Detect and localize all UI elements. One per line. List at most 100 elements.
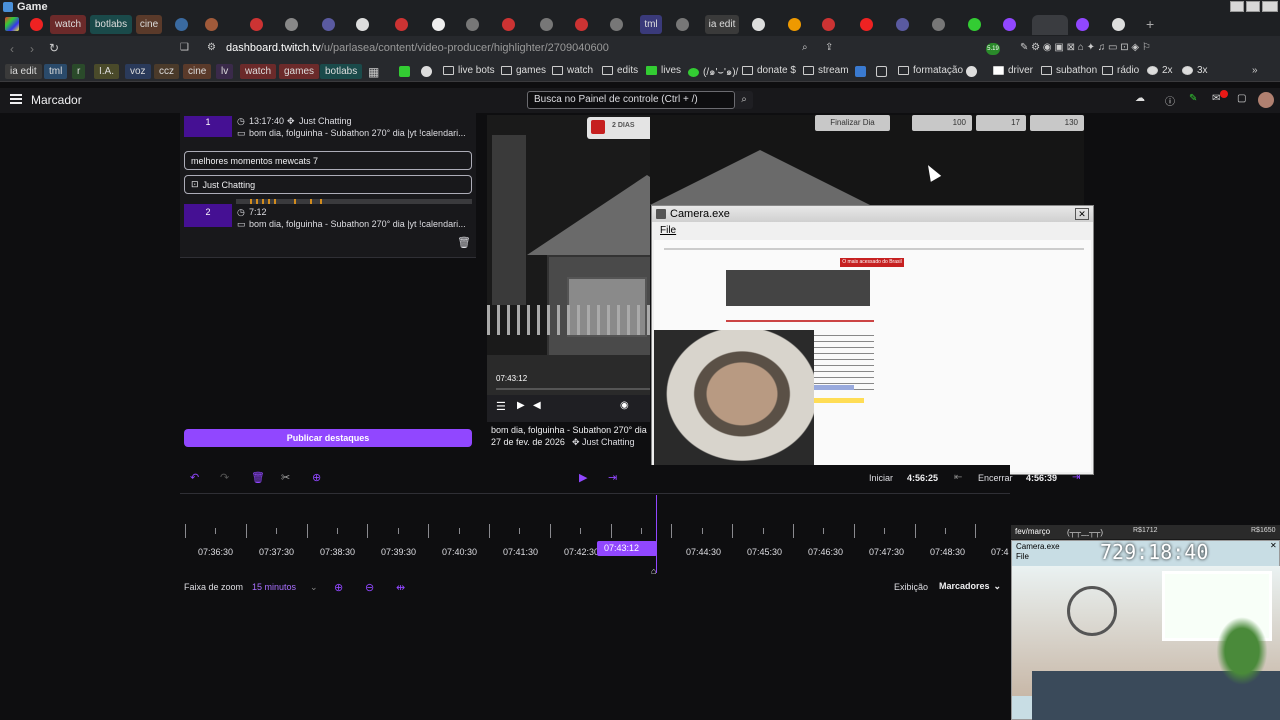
search-button[interactable]: ⌕ [735,91,753,109]
camera-menu-file[interactable]: File [660,225,676,236]
delete-icon[interactable]: 🗑 [251,471,265,484]
list-icon[interactable]: ☰ [496,400,506,413]
camera-close-button[interactable]: ✕ [1075,208,1089,220]
new-tab-icon[interactable]: + [1146,16,1154,32]
active-tab[interactable] [1032,15,1068,35]
search-input[interactable]: Busca no Painel de controle (Ctrl + /) [527,91,735,109]
bookmark-ia-edit[interactable]: ia edit [5,64,42,79]
play-icon[interactable]: ▶ [517,400,525,411]
forward-icon[interactable]: › [30,42,34,56]
chat-icon[interactable]: ▢ [1237,93,1246,104]
bookmark-3x[interactable]: 3x [1182,65,1208,76]
skip-to-end-icon[interactable]: ⇥ [608,471,617,484]
help-icon[interactable]: ⓘ [1165,93,1175,108]
bookmark-botlabs[interactable]: botlabs [320,64,363,79]
tab-icon-9[interactable] [466,18,479,31]
tab-watch[interactable]: watch [50,15,86,34]
extension-badge-icon[interactable]: 5.19 [986,43,1000,55]
apps-grid-icon[interactable]: ▦ [368,65,379,79]
zoom-out-icon[interactable]: ⊖ [365,581,374,594]
tab-icon-23[interactable] [1076,18,1089,31]
tab-icon-6[interactable] [356,18,369,31]
timeline-play-icon[interactable]: ▶ [579,471,587,484]
back-icon[interactable]: ‹ [10,42,14,56]
start-set-icon[interactable]: ⇤ [954,472,962,483]
bookmark-icon-globe[interactable] [421,66,432,77]
bookmark-lives[interactable]: lives [646,65,681,76]
bookmark-driver[interactable]: driver [993,65,1033,76]
tab-icon-18[interactable] [860,18,873,31]
add-marker-icon[interactable]: ⊕ [312,471,321,484]
highlight-title-input[interactable]: melhores momentos mewcats 7 [184,151,472,170]
tab-group-icon[interactable] [5,17,19,31]
tab-icon-12[interactable] [575,18,588,31]
redo-icon[interactable]: ↷ [220,471,229,484]
hamburger-icon[interactable] [10,94,22,104]
zoom-in-icon[interactable]: ⊕ [334,581,343,594]
url-text[interactable]: dashboard.twitch.tv/u/parlasea/content/v… [226,42,609,54]
bookmark-watch[interactable]: watch [240,64,277,79]
tab-icon-21[interactable] [968,18,981,31]
bookmark-formatacao[interactable]: formatação [898,65,963,76]
tab-icon-22[interactable] [1003,18,1016,31]
tab-icon-14[interactable] [676,18,689,31]
bookmark-watch-folder[interactable]: watch [552,65,593,76]
camera-icon[interactable]: ◉ [620,400,629,411]
progress-bar[interactable] [496,388,650,390]
site-info-icon[interactable]: ⚙ [207,42,216,53]
tab-icon-20[interactable] [932,18,945,31]
tab-tml[interactable]: tml [640,15,662,34]
bookmark-lv[interactable]: lv [216,64,234,79]
tab-icon-10[interactable] [502,18,515,31]
playhead-handle-icon[interactable]: ⌂ [651,566,656,576]
highlight-category-input[interactable]: ⊡ Just Chatting [184,175,472,194]
video-player[interactable]: 2 DIAS 07:43:12 ☰ ▶ ◀ ◉ [487,115,650,422]
bookmark-tml[interactable]: tml [44,64,68,79]
tab-icon-24[interactable] [1112,18,1125,31]
display-select[interactable]: Marcadores ⌄ [939,581,1001,592]
trash-icon[interactable]: 🗑 [457,236,471,249]
tab-cine[interactable]: cine [136,15,162,34]
avatar[interactable] [1258,92,1274,108]
camera-window[interactable]: Camera.exe ✕ File O mais acessado do Bra… [651,205,1094,475]
bookmark-games[interactable]: games [279,64,320,79]
fit-icon[interactable]: ⇹ [396,581,405,594]
tab-icon-13[interactable] [610,18,623,31]
more-bookmarks-icon[interactable]: » [1252,65,1258,76]
tab-icon-2[interactable] [205,18,218,31]
bookmark-voz[interactable]: voz [125,64,151,79]
tab-icon-19[interactable] [896,18,909,31]
bookmark-live-bots[interactable]: live bots [443,65,495,76]
bookmark-icon-blue[interactable] [855,66,866,77]
zoom-select[interactable]: 15 minutos ⌄ [252,582,318,593]
tab-icon-3[interactable] [250,18,263,31]
tab-ia-edit[interactable]: ia edit [705,15,739,34]
volume-icon[interactable]: ◀ [533,400,541,411]
end-set-icon[interactable]: ⇥ [1072,472,1080,483]
undo-icon[interactable]: ↶ [190,471,199,484]
zoom-icon[interactable]: ⌕ [802,42,808,53]
tab-icon-5[interactable] [322,18,335,31]
tab-icon-11[interactable] [540,18,553,31]
bookmark-donate[interactable]: donate $ [742,65,796,76]
bookmark-subathon[interactable]: subathon [1041,65,1097,76]
reload-icon[interactable]: ↻ [49,41,59,55]
bookmark-icon[interactable]: ❑ [180,42,189,53]
bookmark-stream[interactable]: stream [803,65,849,76]
bookmark-ccz[interactable]: ccz [154,64,179,79]
youtube-tab-icon[interactable] [30,18,43,31]
share-icon[interactable]: ⇪ [825,42,833,53]
bookmark-ia[interactable]: I.A. [94,64,120,79]
tab-icon-7[interactable] [395,18,408,31]
bookmark-2x[interactable]: 2x [1147,65,1173,76]
tab-icon-1[interactable] [175,18,188,31]
bookmark-kaomoji[interactable]: (/๑'⌣'๑)/ [688,65,738,80]
creator-icon[interactable]: ✎ [1189,93,1197,104]
scissors-icon[interactable]: ✂ [281,471,290,484]
bookmark-cine[interactable]: cine [183,64,212,79]
close-button[interactable] [1262,1,1278,12]
bookmark-edits-folder[interactable]: edits [602,65,638,76]
tab-icon-4[interactable] [285,18,298,31]
tab-botlabs[interactable]: botlabs [90,15,132,34]
bookmark-icon-box[interactable] [876,66,887,77]
